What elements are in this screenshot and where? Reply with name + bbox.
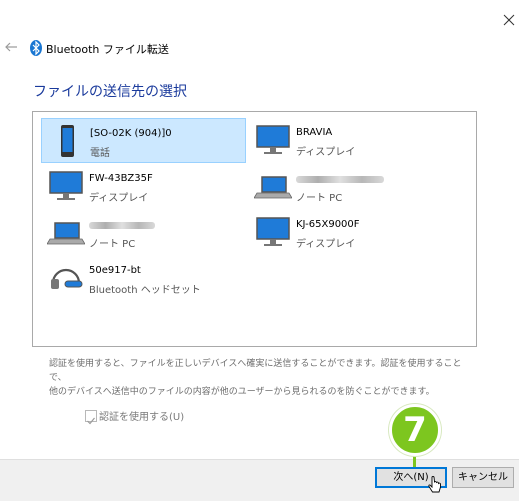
monitor-icon	[254, 215, 292, 249]
info-line-1: 認証を使用すると、ファイルを正しいデバイスへ確実に送信することができます。認証を…	[49, 359, 462, 383]
device-type: ディスプレイ	[296, 239, 356, 250]
device-type: ディスプレイ	[89, 193, 149, 204]
device-type: 電話	[90, 148, 110, 159]
device-item-laptop-2[interactable]: ノート PC	[41, 210, 246, 255]
device-item-headset[interactable]: 50e917-bt Bluetooth ヘッドセット	[41, 256, 246, 301]
auth-checkbox[interactable]	[85, 410, 97, 425]
monitor-icon	[254, 123, 292, 157]
headset-icon	[47, 261, 85, 295]
device-item-laptop-1[interactable]: ノート PC	[248, 164, 453, 209]
monitor-icon	[47, 169, 85, 203]
info-line-2: 他のデバイスへ送信中のファイルの内容が他のユーザーから見られるのを防ぐことができ…	[49, 387, 435, 397]
device-list[interactable]: [SO-02K (904)]0 電話 BRAVIA ディスプレイ FW-43BZ…	[32, 111, 477, 347]
phone-icon	[48, 124, 86, 158]
hand-cursor-icon	[428, 476, 442, 496]
checkmark-icon	[87, 417, 95, 425]
authentication-info: 認証を使用すると、ファイルを正しいデバイスへ確実に送信することができます。認証を…	[49, 357, 469, 399]
device-item-bravia[interactable]: BRAVIA ディスプレイ	[248, 118, 453, 163]
obscured-device-name	[296, 176, 384, 183]
window-title: Bluetooth ファイル転送	[46, 43, 169, 56]
step-marker-number: 7	[403, 410, 427, 450]
device-type: ディスプレイ	[296, 147, 356, 158]
device-name: FW-43BZ35F	[89, 173, 153, 184]
device-name: 50e917-bt	[89, 265, 141, 276]
close-button[interactable]	[500, 11, 518, 29]
back-arrow-icon	[5, 42, 17, 52]
laptop-icon	[46, 215, 86, 249]
obscured-device-name	[89, 222, 155, 229]
back-button[interactable]	[4, 39, 20, 55]
device-name: KJ-65X9000F	[296, 219, 360, 230]
device-item-kj-65x9000f[interactable]: KJ-65X9000F ディスプレイ	[248, 210, 453, 255]
bluetooth-icon	[30, 40, 42, 56]
device-name: [SO-02K (904)]0	[90, 128, 172, 139]
close-icon	[503, 14, 515, 26]
device-name: BRAVIA	[296, 127, 333, 138]
auth-checkbox-label: 認証を使用する(U)	[99, 412, 185, 423]
device-type: ノート PC	[296, 193, 343, 204]
device-type: ノート PC	[89, 239, 136, 250]
device-item-phone[interactable]: [SO-02K (904)]0 電話	[41, 118, 246, 163]
page-heading: ファイルの送信先の選択	[33, 84, 187, 100]
laptop-icon	[253, 169, 293, 203]
cancel-button[interactable]: キャンセル	[452, 467, 514, 488]
device-type: Bluetooth ヘッドセット	[89, 285, 201, 296]
device-item-fw-43bz35f[interactable]: FW-43BZ35F ディスプレイ	[41, 164, 246, 209]
